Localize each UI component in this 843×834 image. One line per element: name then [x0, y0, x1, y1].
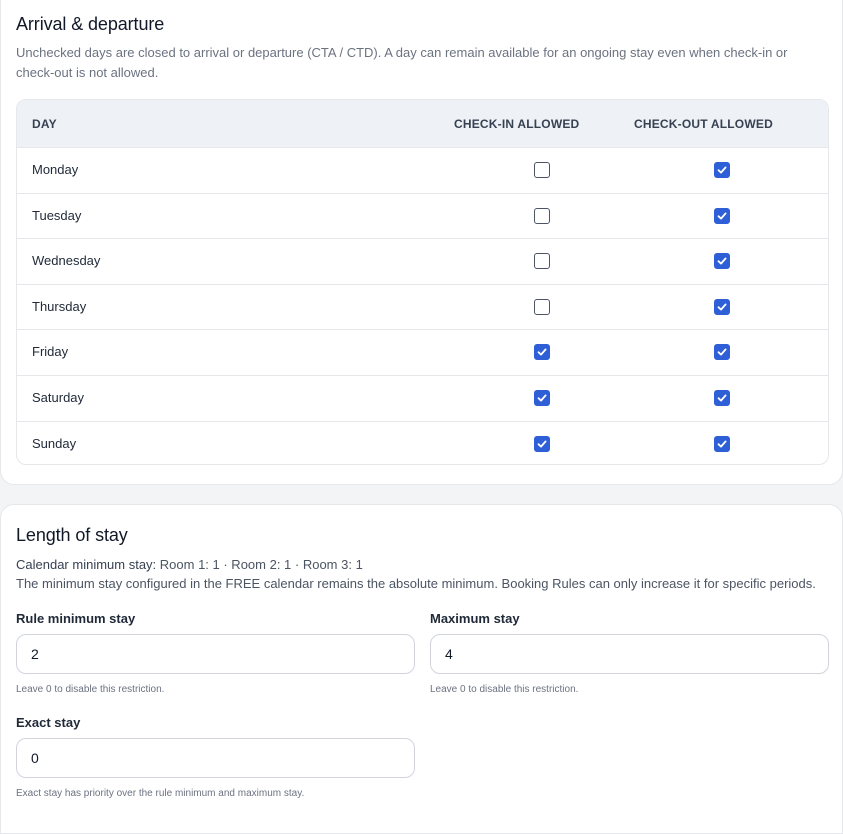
- check-in-checkbox[interactable]: [534, 253, 550, 270]
- table-header: DAY CHECK-IN ALLOWED CHECK-OUT ALLOWED: [17, 100, 828, 147]
- exact-stay-label: Exact stay: [16, 715, 81, 730]
- exact-stay-input[interactable]: 0: [16, 738, 415, 778]
- check-in-checkbox[interactable]: [534, 435, 550, 452]
- rule-minimum-stay-hint: Leave 0 to disable this restriction.: [16, 684, 165, 695]
- table-row: Saturday: [17, 375, 828, 421]
- check-out-checkbox[interactable]: [714, 253, 730, 270]
- rule-minimum-stay-label: Rule minimum stay: [16, 611, 136, 626]
- table-row: Monday: [17, 147, 828, 193]
- check-out-checkbox[interactable]: [714, 298, 730, 315]
- maximum-stay-label: Maximum stay: [430, 611, 520, 626]
- calendar-minimum-stay-value: Room 1: 1 · Room 2: 1 · Room 3: 1: [159, 557, 363, 572]
- table-row: Friday: [17, 329, 828, 375]
- day-label: Thursday: [32, 298, 87, 314]
- check-out-checkbox[interactable]: [714, 390, 730, 406]
- table-row: Sunday: [17, 420, 828, 464]
- check-out-checkbox[interactable]: [714, 207, 730, 224]
- exact-stay-hint: Exact stay has priority over the rule mi…: [16, 788, 305, 799]
- check-out-checkbox[interactable]: [714, 162, 730, 178]
- maximum-stay-hint: Leave 0 to disable this restriction.: [430, 684, 579, 695]
- check-out-checkbox[interactable]: [714, 344, 730, 361]
- table-row: Tuesday: [17, 192, 828, 239]
- calendar-note: The minimum stay configured in the FREE …: [16, 576, 816, 591]
- day-label: Monday: [32, 162, 79, 177]
- arrival-departure-description: Unchecked days are closed to arrival or …: [16, 45, 788, 80]
- length-of-stay-title: Length of stay: [16, 525, 128, 545]
- check-out-checkbox[interactable]: [714, 435, 730, 452]
- rule-minimum-stay-input[interactable]: 2: [16, 634, 415, 674]
- arrival-departure-title: Arrival & departure: [16, 14, 165, 34]
- table-row: Thursday: [17, 283, 828, 330]
- arrival-departure-card: Arrival & departure Unchecked days are c…: [0, 0, 843, 485]
- check-in-checkbox[interactable]: [534, 390, 550, 406]
- table-row: Wednesday: [17, 238, 828, 284]
- check-in-checkbox[interactable]: [534, 298, 550, 315]
- day-label: Saturday: [32, 390, 85, 405]
- calendar-minimum-stay-label: Calendar minimum stay:: [16, 557, 157, 572]
- calendar-minimum-stay: Calendar minimum stay: Room 1: 1 · Room …: [16, 555, 826, 575]
- check-in-checkbox[interactable]: [534, 344, 550, 361]
- column-header-check-in: CHECK-IN ALLOWED: [454, 117, 580, 131]
- day-label: Tuesday: [32, 207, 82, 223]
- day-label: Sunday: [32, 435, 77, 451]
- length-of-stay-card: Length of stay Calendar minimum stay: Ro…: [0, 504, 843, 834]
- check-in-checkbox[interactable]: [534, 162, 550, 178]
- column-header-day: DAY: [32, 117, 57, 131]
- day-label: Wednesday: [32, 253, 101, 269]
- check-in-checkbox[interactable]: [534, 207, 550, 224]
- maximum-stay-input[interactable]: 4: [430, 634, 829, 674]
- arrival-departure-table: DAY CHECK-IN ALLOWED CHECK-OUT ALLOWED M…: [16, 99, 829, 465]
- day-label: Friday: [32, 344, 69, 360]
- column-header-check-out: CHECK-OUT ALLOWED: [634, 117, 773, 131]
